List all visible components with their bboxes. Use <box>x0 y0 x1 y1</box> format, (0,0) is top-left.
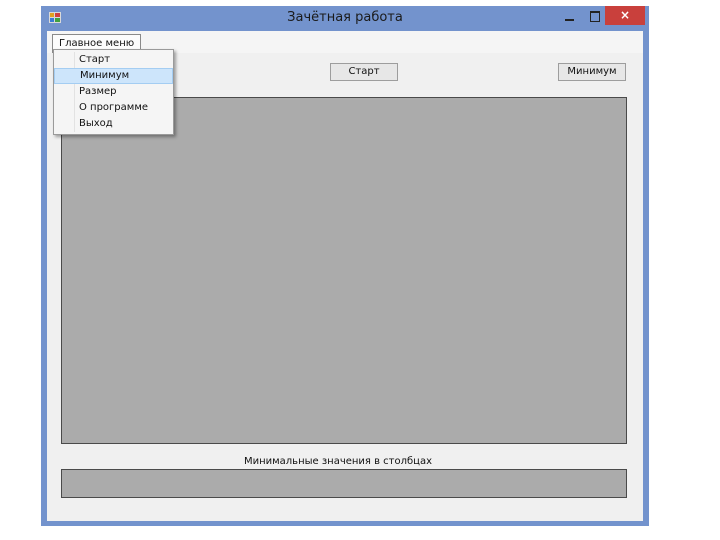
close-icon: × <box>619 8 631 22</box>
window-title: Зачётная работа <box>287 10 403 25</box>
main-menu-dropdown: Старт Минимум Размер О программе Выход <box>53 49 174 135</box>
menu-item-size[interactable]: Размер <box>54 84 173 100</box>
menu-item-start[interactable]: Старт <box>54 52 173 68</box>
minimize-button[interactable] <box>560 8 580 26</box>
min-values-grid[interactable] <box>61 469 627 498</box>
menu-item-about[interactable]: О программе <box>54 100 173 116</box>
maximize-button[interactable] <box>585 8 605 26</box>
menu-item-exit[interactable]: Выход <box>54 116 173 132</box>
client-area: Главное меню Старт Минимум Размер О прог… <box>47 31 643 521</box>
start-button[interactable]: Старт <box>330 63 398 81</box>
title-bar[interactable]: Зачётная работа × <box>41 6 649 30</box>
app-window: Зачётная работа × Главное меню Старт Мин… <box>41 6 649 526</box>
min-values-label: Минимальные значения в столбцах <box>243 456 433 467</box>
data-grid-main[interactable] <box>61 97 627 444</box>
close-button[interactable]: × <box>605 6 645 25</box>
menu-item-minimum[interactable]: Минимум <box>54 68 173 84</box>
minimum-button[interactable]: Минимум <box>558 63 626 81</box>
